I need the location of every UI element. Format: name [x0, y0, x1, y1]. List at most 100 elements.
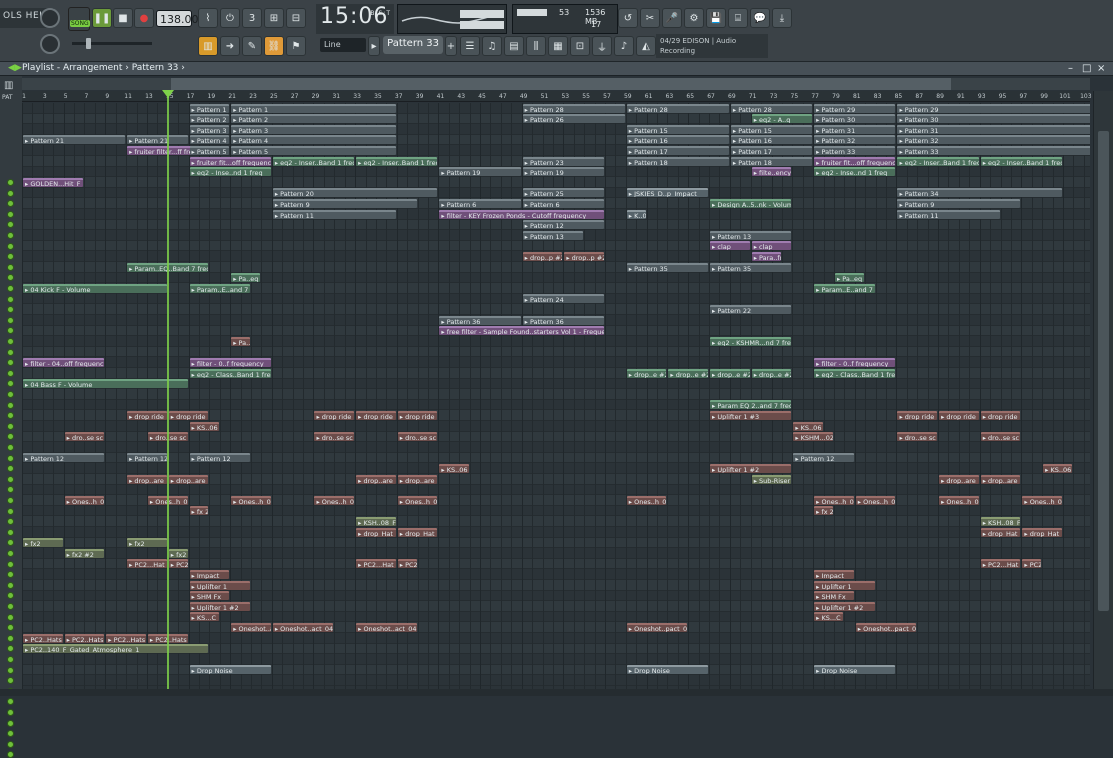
render-icon[interactable]: ◭ [636, 36, 656, 56]
playlist-clip[interactable]: ▸ Ones..h_09 [1022, 495, 1062, 505]
playhead-marker[interactable] [162, 90, 174, 98]
playlist-clip[interactable]: ▸ Pattern 17 [730, 145, 813, 155]
song-time-display[interactable]: 15:06 B:S:T [316, 4, 394, 34]
play-button[interactable]: ❚❚ [92, 8, 112, 28]
track-row[interactable] [22, 622, 1090, 633]
playlist-clip[interactable]: ▸ Pattern 35 [626, 262, 709, 272]
playlist-clip[interactable]: ▸ Pattern 21 [23, 135, 126, 145]
piano-icon[interactable]: ▥ [198, 36, 218, 56]
playlist-clip[interactable]: ▸ Uplifter 1 #2 [189, 601, 250, 611]
playlist-clip[interactable]: ▸ Pattern 3 [231, 124, 396, 134]
playlist-clip[interactable]: ▸ PC2...Hat [127, 559, 167, 569]
playlist-clip[interactable]: ▸ JSKIES_D..p_Impact [626, 188, 709, 198]
track-mute-button[interactable] [7, 709, 14, 716]
track-row[interactable] [22, 368, 1090, 379]
track-mute-button[interactable] [7, 422, 14, 430]
track-row[interactable] [22, 421, 1090, 432]
link-icon[interactable]: ⛓ [264, 36, 284, 56]
playlist-clip[interactable]: ▸ PC2..Hats [106, 633, 146, 643]
track-mute-button[interactable] [7, 719, 14, 727]
playlist-clip[interactable]: ▸ PC2...Hat [980, 559, 1021, 569]
playlist-clip[interactable]: ▸ Pattern 22 [710, 304, 792, 314]
playlist-clip[interactable]: ▸ Pattern 15 [626, 124, 729, 134]
arrow-icon[interactable]: ➜ [220, 36, 240, 56]
playlist-clip[interactable]: ▸ fx 2 [814, 506, 833, 516]
track-mute-button[interactable] [7, 210, 14, 218]
track-mute-button[interactable] [7, 348, 14, 356]
playlist-clip[interactable]: ▸ Pattern 4 [231, 135, 396, 145]
playlist-clip[interactable]: ▸ dro..se sc [314, 432, 355, 442]
microphone-icon[interactable]: 🎤 [662, 8, 682, 28]
playlist-clip[interactable]: ▸ Pattern 31 [897, 124, 1090, 134]
playlist-clip[interactable]: ▸ Ones..h_0 [814, 495, 854, 505]
playlist-clip[interactable]: ▸ drop..e #2 [751, 368, 792, 378]
playlist-clip[interactable]: ▸ clap [751, 241, 792, 251]
playlist-clip[interactable]: ▸ Impact [814, 569, 854, 579]
playlist-clip[interactable]: ▸ K..01 [626, 209, 646, 219]
track-mute-button[interactable] [7, 656, 14, 663]
playlist-clip[interactable]: ▸ Pattern 16 [626, 135, 729, 145]
playlist-clip[interactable]: ▸ KSH..08_F [356, 516, 396, 526]
playlist-clip[interactable]: ▸ KS..06 [439, 463, 469, 473]
playlist-clip[interactable]: ▸ clap [710, 241, 750, 251]
playlist-clip[interactable]: ▸ Drop Noise [189, 665, 271, 675]
track-row[interactable] [22, 283, 1090, 294]
playlist-clip[interactable]: ▸ Param..E..and 7 freq [189, 283, 250, 293]
playlist-clip[interactable]: ▸ fx2 #2 [168, 548, 188, 558]
playlist-clip[interactable]: ▸ eq2 - Class..Band 1 freq [189, 368, 271, 378]
playlist-clip[interactable]: ▸ Pattern 17 [626, 145, 729, 155]
track-mute-button[interactable] [7, 560, 14, 568]
playlist-clip[interactable]: ▸ Ones..h_09 [231, 495, 271, 505]
track-mute-button[interactable] [7, 666, 14, 674]
playlist-clip[interactable]: ▸ Pattern 5 [231, 145, 396, 155]
main-pitch-knob[interactable] [40, 34, 60, 54]
playlist-clip[interactable]: ▸ eq2 - Inser..Band 1 freq [897, 156, 979, 166]
track-mute-button[interactable] [7, 316, 14, 324]
playlist-clip[interactable]: ▸ fx2 [127, 538, 167, 548]
playlist-clip[interactable]: ▸ Ones..h_09 [855, 495, 896, 505]
playlist-clip[interactable]: ▸ Pattern 11 [272, 209, 396, 219]
playlist-clip[interactable]: ▸ drop..are [356, 474, 396, 484]
track-row[interactable] [22, 569, 1090, 580]
overview-visible-range[interactable] [171, 78, 951, 90]
playlist-clip[interactable]: ▸ Ones..h_09 [939, 495, 979, 505]
playlist-clip[interactable]: ▸ Pa..8 [231, 336, 250, 346]
playlist-clip[interactable]: ▸ PC2..140_F_Gated_Atmosphere_1 [23, 644, 209, 654]
playlist-clip[interactable]: ▸ Pattern 6 [439, 198, 521, 208]
track-row[interactable] [22, 601, 1090, 612]
playlist-clip[interactable]: ▸ Pattern 2 [189, 114, 230, 124]
playlist-clip[interactable]: ▸ drop..are [127, 474, 167, 484]
playlist-clip[interactable]: ▸ Pattern 1 [231, 103, 396, 113]
track-row[interactable] [22, 675, 1090, 686]
playlist-clip[interactable]: ▸ drop ride [127, 410, 167, 420]
track-mute-button[interactable] [7, 433, 14, 441]
playlist-clip[interactable]: ▸ Para..freq [751, 251, 781, 261]
playlist-clip[interactable]: ▸ dro..se sc [64, 432, 105, 442]
playlist-clip[interactable]: ▸ Impact [189, 569, 230, 579]
playlist-clip[interactable]: ▸ 04 Kick F - Volume [23, 283, 167, 293]
track-row[interactable] [22, 516, 1090, 527]
playlist-clip[interactable]: ▸ Pattern 28 [730, 103, 813, 113]
playlist-clip[interactable]: ▸ Pattern 5 [189, 145, 230, 155]
playlist-clip[interactable]: ▸ SHM Fx [189, 591, 230, 601]
playlist-clip[interactable]: ▸ Pattern 18 [730, 156, 813, 166]
track-row[interactable] [22, 452, 1090, 464]
track-mute-button[interactable] [7, 698, 14, 706]
playlist-clip[interactable]: ▸ Pattern 3 [189, 124, 230, 134]
track-mute-button[interactable] [7, 444, 14, 451]
track-row[interactable] [22, 336, 1090, 347]
close-icon[interactable]: × [1097, 62, 1105, 75]
playlist-clip[interactable]: ▸ fx 2 [189, 506, 209, 516]
playlist-clip[interactable]: ▸ Oneshot..pact_04 [626, 622, 688, 632]
playlist-clip[interactable]: ▸ Param EQ 2..and 7 freq [710, 400, 792, 410]
track-row[interactable] [22, 591, 1090, 602]
track-mute-button[interactable] [7, 645, 14, 653]
playlist-clip[interactable]: ▸ PC2..at [397, 559, 417, 569]
breadcrumb-pattern[interactable]: Pattern 33 [132, 63, 179, 73]
track-row[interactable] [22, 273, 1090, 284]
vertical-scrollbar[interactable] [1093, 91, 1113, 689]
playlist-clip[interactable]: ▸ filter - 0..f frequency [189, 357, 271, 367]
track-mute-button[interactable] [7, 539, 14, 547]
playlist-clip[interactable]: ▸ Design A..5..nk - Volume [710, 198, 792, 208]
playlist-clip[interactable]: ▸ Pattern 34 [897, 188, 1062, 198]
